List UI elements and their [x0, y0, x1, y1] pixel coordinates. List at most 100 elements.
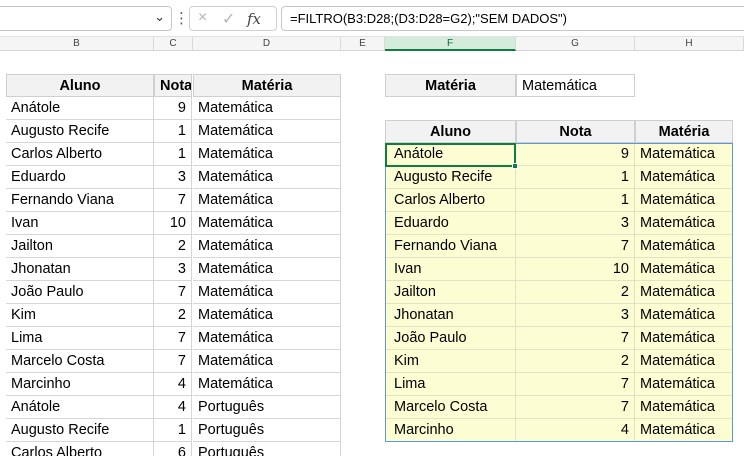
- source-cell[interactable]: Português: [193, 396, 341, 419]
- column-header-c[interactable]: C: [154, 37, 193, 51]
- source-cell[interactable]: Eduardo: [6, 166, 154, 189]
- result-cell[interactable]: 1: [516, 166, 635, 189]
- cancel-icon[interactable]: ×: [198, 9, 207, 27]
- source-cell[interactable]: 7: [154, 189, 192, 212]
- source-cell[interactable]: 3: [154, 258, 192, 281]
- result-cell[interactable]: João Paulo: [385, 327, 516, 350]
- result-cell[interactable]: Kim: [385, 350, 516, 373]
- source-cell[interactable]: Anátole: [6, 97, 154, 120]
- source-cell[interactable]: Matemática: [193, 373, 341, 396]
- source-cell[interactable]: Matemática: [193, 304, 341, 327]
- chevron-down-icon[interactable]: ⌄: [154, 9, 165, 25]
- source-cell[interactable]: Jailton: [6, 235, 154, 258]
- result-cell[interactable]: Marcinho: [385, 419, 516, 442]
- source-cell[interactable]: Matemática: [193, 281, 341, 304]
- result-header-cell[interactable]: Aluno: [385, 120, 516, 143]
- result-cell[interactable]: 1: [516, 189, 635, 212]
- result-cell[interactable]: Eduardo: [385, 212, 516, 235]
- source-cell[interactable]: Augusto Recife: [6, 419, 154, 442]
- source-cell[interactable]: Português: [193, 442, 341, 456]
- result-cell[interactable]: Carlos Alberto: [385, 189, 516, 212]
- source-cell[interactable]: 1: [154, 143, 192, 166]
- source-cell[interactable]: 10: [154, 212, 192, 235]
- source-cell[interactable]: Jhonatan: [6, 258, 154, 281]
- result-cell[interactable]: Matemática: [635, 419, 733, 442]
- source-cell[interactable]: 2: [154, 304, 192, 327]
- source-header-cell[interactable]: Aluno: [6, 74, 154, 97]
- result-cell[interactable]: Matemática: [635, 327, 733, 350]
- criteria-label-cell[interactable]: Matéria: [385, 74, 516, 97]
- result-cell[interactable]: Matemática: [635, 304, 733, 327]
- source-cell[interactable]: 2: [154, 235, 192, 258]
- source-cell[interactable]: 1: [154, 120, 192, 143]
- source-cell[interactable]: Português: [193, 419, 341, 442]
- source-cell[interactable]: 6: [154, 442, 192, 456]
- more-options-icon[interactable]: ⋮: [174, 9, 189, 27]
- result-cell[interactable]: Matemática: [635, 235, 733, 258]
- result-cell[interactable]: Matemática: [635, 143, 733, 166]
- source-cell[interactable]: Kim: [6, 304, 154, 327]
- result-cell[interactable]: Augusto Recife: [385, 166, 516, 189]
- source-cell[interactable]: Augusto Recife: [6, 120, 154, 143]
- column-header-b[interactable]: B: [0, 37, 154, 51]
- source-cell[interactable]: 7: [154, 327, 192, 350]
- source-cell[interactable]: 4: [154, 373, 192, 396]
- column-header-f[interactable]: F: [385, 37, 516, 51]
- source-header-cell[interactable]: Matéria: [193, 74, 341, 97]
- source-cell[interactable]: Matemática: [193, 327, 341, 350]
- column-header-e[interactable]: E: [341, 37, 385, 51]
- source-cell[interactable]: Carlos Alberto: [6, 442, 154, 456]
- result-cell[interactable]: Matemática: [635, 350, 733, 373]
- result-cell[interactable]: Jhonatan: [385, 304, 516, 327]
- source-cell[interactable]: Lima: [6, 327, 154, 350]
- result-cell[interactable]: Matemática: [635, 281, 733, 304]
- source-cell[interactable]: 9: [154, 97, 192, 120]
- result-cell[interactable]: Fernando Viana: [385, 235, 516, 258]
- result-cell[interactable]: Matemática: [635, 396, 733, 419]
- result-cell[interactable]: Matemática: [635, 166, 733, 189]
- result-cell[interactable]: Matemática: [635, 212, 733, 235]
- source-cell[interactable]: Matemática: [193, 97, 341, 120]
- source-cell[interactable]: 4: [154, 396, 192, 419]
- source-cell[interactable]: Matemática: [193, 143, 341, 166]
- source-cell[interactable]: Matemática: [193, 166, 341, 189]
- result-cell[interactable]: 7: [516, 396, 635, 419]
- source-cell[interactable]: Matemática: [193, 189, 341, 212]
- result-header-cell[interactable]: Matéria: [635, 120, 733, 143]
- name-box[interactable]: ⌄: [0, 6, 172, 31]
- result-cell[interactable]: 7: [516, 327, 635, 350]
- column-header-g[interactable]: G: [516, 37, 635, 51]
- result-cell[interactable]: Matemática: [635, 258, 733, 281]
- result-cell[interactable]: 2: [516, 281, 635, 304]
- result-header-cell[interactable]: Nota: [516, 120, 635, 143]
- source-cell[interactable]: Anátole: [6, 396, 154, 419]
- source-cell[interactable]: Matemática: [193, 350, 341, 373]
- result-cell[interactable]: Ivan: [385, 258, 516, 281]
- source-cell[interactable]: Carlos Alberto: [6, 143, 154, 166]
- source-cell[interactable]: 3: [154, 166, 192, 189]
- column-header-d[interactable]: D: [193, 37, 341, 51]
- source-cell[interactable]: Matemática: [193, 212, 341, 235]
- confirm-icon[interactable]: ✓: [222, 9, 235, 29]
- source-cell[interactable]: Matemática: [193, 120, 341, 143]
- result-cell[interactable]: 3: [516, 304, 635, 327]
- column-header-h[interactable]: H: [635, 37, 744, 51]
- insert-function-icon[interactable]: fx: [247, 10, 261, 28]
- source-cell[interactable]: Marcelo Costa: [6, 350, 154, 373]
- result-cell[interactable]: 2: [516, 350, 635, 373]
- source-cell[interactable]: 1: [154, 419, 192, 442]
- result-cell[interactable]: 3: [516, 212, 635, 235]
- result-cell[interactable]: Matemática: [635, 373, 733, 396]
- result-cell[interactable]: 10: [516, 258, 635, 281]
- result-cell[interactable]: Matemática: [635, 189, 733, 212]
- criteria-value-cell[interactable]: Matemática: [516, 74, 635, 97]
- source-cell[interactable]: Matemática: [193, 258, 341, 281]
- result-cell[interactable]: Jailton: [385, 281, 516, 304]
- formula-input[interactable]: =FILTRO(B3:D28;(D3:D28=G2);"SEM DADOS"): [281, 6, 744, 31]
- source-cell[interactable]: 7: [154, 350, 192, 373]
- result-cell[interactable]: 7: [516, 235, 635, 258]
- source-cell[interactable]: 7: [154, 281, 192, 304]
- result-cell[interactable]: 7: [516, 373, 635, 396]
- source-cell[interactable]: Matemática: [193, 235, 341, 258]
- result-cell[interactable]: 4: [516, 419, 635, 442]
